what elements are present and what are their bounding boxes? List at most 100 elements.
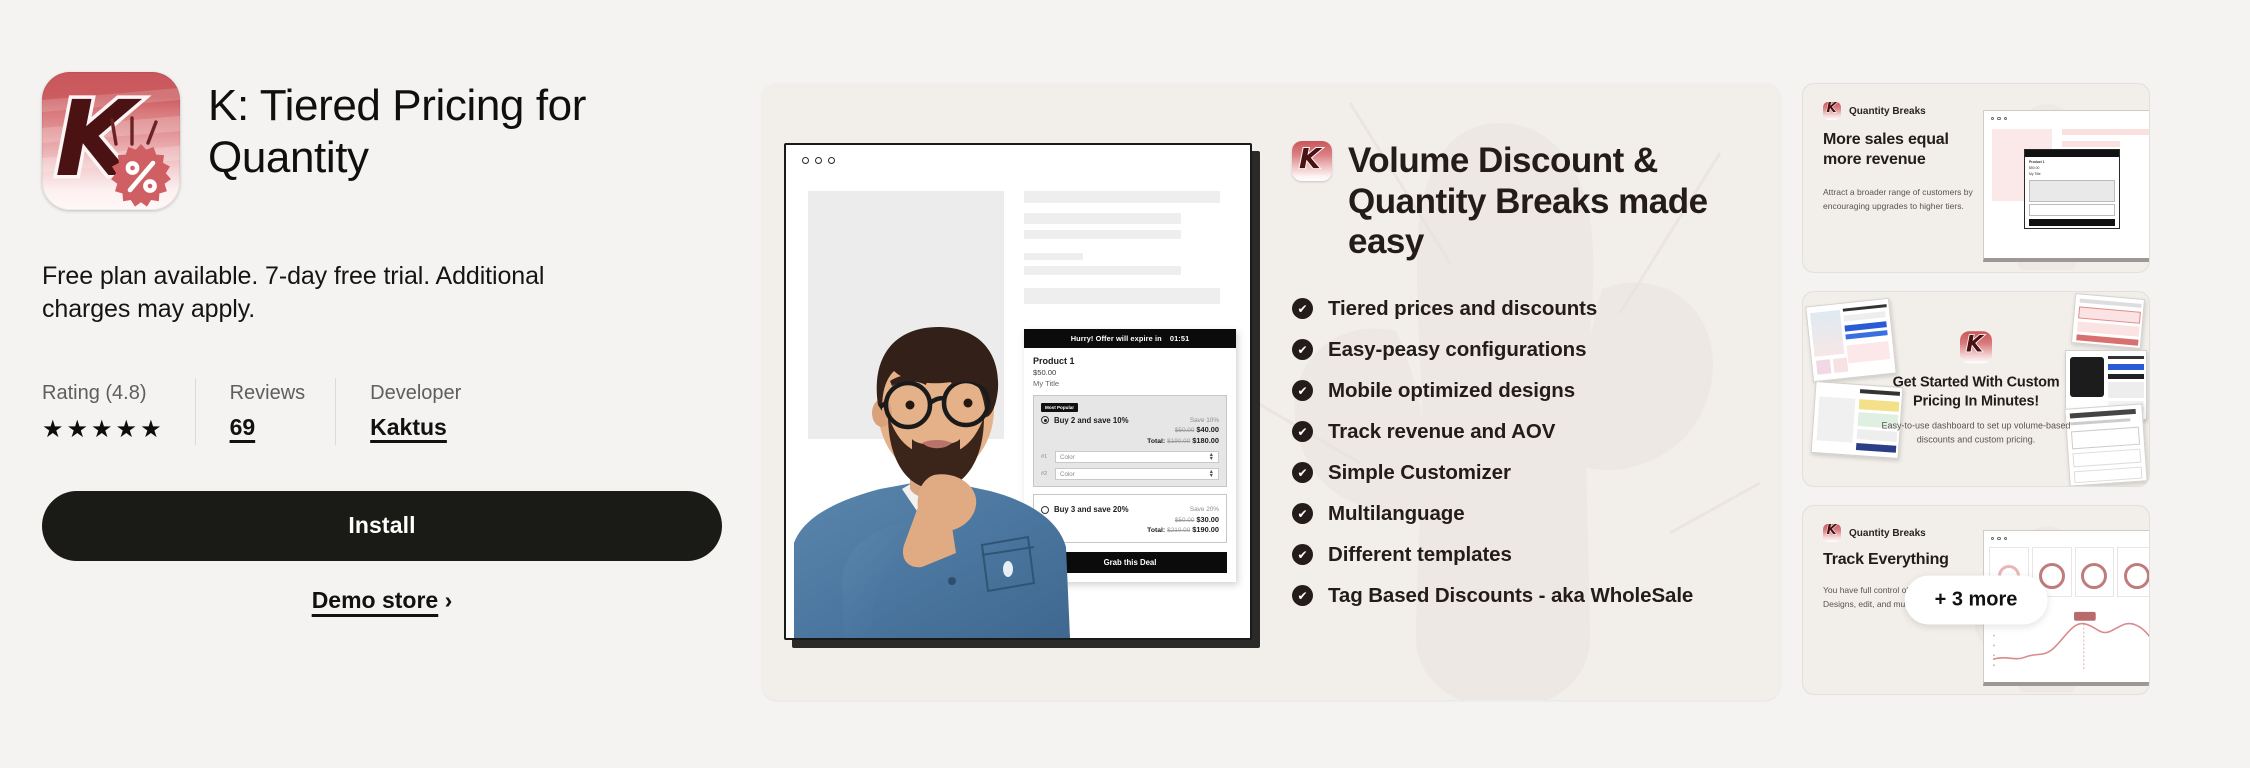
feature-label: Track revenue and AOV: [1328, 419, 1556, 443]
stepper-arrows-icon: ▲ ▼: [1208, 451, 1214, 463]
feature-item: ✔ Simple Customizer: [1292, 461, 1752, 485]
tier-2-save: Save 20%: [1189, 506, 1219, 514]
reviews-label: Reviews: [229, 382, 306, 404]
hero-media-panel[interactable]: Hurry! Offer will expire in 01:51 Produc…: [762, 83, 1780, 700]
offer-timer: 01:51: [1169, 334, 1190, 343]
mock-product-name: Product 1: [1033, 356, 1075, 366]
hero-copy: K Volume Discount & Quantity Breaks made…: [1292, 141, 1752, 625]
check-circle-icon: ✔: [1292, 339, 1313, 361]
offer-countdown-bar: Hurry! Offer will expire in 01:51: [1024, 329, 1236, 348]
mini-screenshot-3: [2070, 293, 2146, 349]
app-listing-page: K K: Tiered Pricing for Quantity Free pl…: [0, 0, 2250, 768]
tier-1-total-label: Total:: [1147, 437, 1166, 445]
demo-store-link[interactable]: Demo store ›: [42, 587, 722, 614]
tier-1-total-was: $190.00: [1167, 437, 1191, 445]
feature-label: Multilanguage: [1328, 501, 1465, 525]
hero-app-icon-letter: K: [1298, 141, 1322, 176]
app-header: K K: Tiered Pricing for Quantity: [42, 72, 722, 210]
option-index-2: #2: [1041, 471, 1048, 478]
percent-badge-icon: [108, 142, 174, 208]
offer-countdown-text: Hurry! Offer will expire in: [1070, 334, 1162, 343]
tier-1-now-price: $40.00: [1196, 424, 1219, 434]
app-info-column: K K: Tiered Pricing for Quantity Free pl…: [42, 72, 722, 614]
star-rating-icon: ★★★★★: [42, 416, 165, 443]
variant-select-1[interactable]: Color ▲ ▼: [1055, 451, 1219, 464]
window-dots-icon: [802, 157, 835, 164]
tier-2-name: Buy 3 and save 20%: [1054, 505, 1129, 515]
feature-label: Mobile optimized designs: [1328, 378, 1576, 402]
check-circle-icon: ✔: [1292, 298, 1313, 320]
hero-feature-list: ✔ Tiered prices and discounts ✔ Easy-pea…: [1292, 297, 1752, 608]
grab-deal-button[interactable]: Grab this Deal: [1033, 552, 1227, 574]
feature-label: Simple Customizer: [1328, 460, 1511, 484]
developer-name-link[interactable]: Kaktus: [370, 414, 461, 441]
check-circle-icon: ✔: [1292, 544, 1313, 566]
developer-cell: Developer Kaktus: [335, 378, 491, 445]
tier-2-now-price: $30.00: [1196, 514, 1219, 524]
thumbnail-card-2[interactable]: K Get Started With Custom Pricing In Min…: [1802, 291, 2150, 487]
thumb-2-content: K Get Started With Custom Pricing In Min…: [1881, 331, 2071, 446]
tier-2-total-now: $190.00: [1192, 525, 1219, 535]
thumbnail-card-3[interactable]: K Quantity Breaks Track Everything You h…: [1802, 505, 2150, 695]
rating-cell: Rating (4.8) ★★★★★: [42, 378, 195, 445]
mockup-image-placeholder: [808, 191, 1004, 439]
feature-item: ✔ Multilanguage: [1292, 502, 1752, 526]
thumb-3-heading: Track Everything: [1823, 551, 1949, 568]
check-circle-icon: ✔: [1292, 380, 1313, 402]
window-dots-icon: [1991, 537, 2008, 541]
tier-2-was-price: $50.00: [1174, 516, 1195, 524]
check-circle-icon: ✔: [1292, 462, 1313, 484]
most-popular-badge: Most Popular: [1041, 403, 1079, 412]
feature-item: ✔ Tiered prices and discounts: [1292, 297, 1752, 321]
feature-item: ✔ Different templates: [1292, 543, 1752, 567]
product-page-mockup: Hurry! Offer will expire in 01:51 Produc…: [784, 143, 1252, 640]
mini-screenshot-5: [2064, 403, 2148, 486]
feature-label: Tag Based Discounts - aka WholeSale: [1328, 583, 1694, 607]
kaktus-app-icon: K: [42, 72, 180, 210]
brand-icon: K: [1823, 102, 1841, 120]
window-dots-icon: [1991, 117, 2008, 121]
thumbnail-card-1[interactable]: K Quantity Breaks More sales equal more …: [1802, 83, 2150, 273]
feature-label: Tiered prices and discounts: [1328, 296, 1598, 320]
stepper-arrows-icon: ▲ ▼: [1208, 468, 1214, 480]
app-meta-row: Rating (4.8) ★★★★★ Reviews 69 Developer …: [42, 378, 722, 445]
mock-product-subtitle: My Title: [1033, 379, 1060, 388]
developer-label: Developer: [370, 382, 462, 404]
mockup-text-placeholders: [1024, 191, 1220, 304]
feature-item: ✔ Mobile optimized designs: [1292, 379, 1752, 403]
tier-1-radio[interactable]: [1041, 416, 1049, 425]
thumb-1-body: Attract a broader range of customers by …: [1823, 187, 1973, 211]
option-index-1: #1: [1041, 454, 1048, 461]
feature-label: Different templates: [1328, 542, 1512, 566]
variant-select-2-value: Color: [1060, 470, 1075, 478]
tier-1-total-now: $180.00: [1192, 435, 1219, 445]
feature-item: ✔ Tag Based Discounts - aka WholeSale: [1292, 584, 1752, 608]
demo-store-label: Demo store: [311, 586, 439, 613]
variant-select-2[interactable]: Color ▲ ▼: [1055, 468, 1219, 481]
tier-1-option-row-2[interactable]: #2 Color ▲ ▼: [1041, 468, 1219, 481]
reviews-count-link[interactable]: 69: [230, 414, 306, 441]
tier-option-1[interactable]: Most Popular Buy 2 and save 10% Save 10%…: [1033, 395, 1227, 488]
tier-option-2[interactable]: Buy 3 and save 20% Save 20% $50.00 $30.0…: [1033, 494, 1227, 544]
thumb-2-body: Easy-to-use dashboard to set up volume-b…: [1881, 419, 2071, 445]
more-media-button[interactable]: + 3 more: [1904, 575, 2048, 625]
install-button[interactable]: Install: [42, 490, 722, 561]
brand-name: Quantity Breaks: [1849, 105, 1926, 117]
check-circle-icon: ✔: [1292, 503, 1313, 525]
thumb-1-heading: More sales equal more revenue: [1823, 131, 1949, 169]
variant-select-1-value: Color: [1060, 453, 1075, 461]
feature-item: ✔ Easy-peasy configurations: [1292, 338, 1752, 362]
thumb-2-heading: Get Started With Custom Pricing In Minut…: [1892, 374, 2060, 410]
tier-1-was-price: $50.00: [1174, 426, 1195, 434]
check-circle-icon: ✔: [1292, 421, 1313, 443]
thumb-1-brand: K Quantity Breaks: [1823, 102, 1926, 120]
tier-1-save: Save 10%: [1189, 416, 1219, 424]
check-circle-icon: ✔: [1292, 585, 1313, 607]
tier-2-total-was: $210.00: [1167, 527, 1191, 535]
tier-2-radio[interactable]: [1041, 505, 1049, 514]
tier-1-option-row-1[interactable]: #1 Color ▲ ▼: [1041, 451, 1219, 464]
thumb-1-screenshot: Product 1 $50.00 My Title: [1983, 110, 2149, 262]
feature-item: ✔ Track revenue and AOV: [1292, 420, 1752, 444]
brand-name: Quantity Breaks: [1849, 527, 1926, 539]
pricing-note: Free plan available. 7-day free trial. A…: [42, 262, 545, 323]
